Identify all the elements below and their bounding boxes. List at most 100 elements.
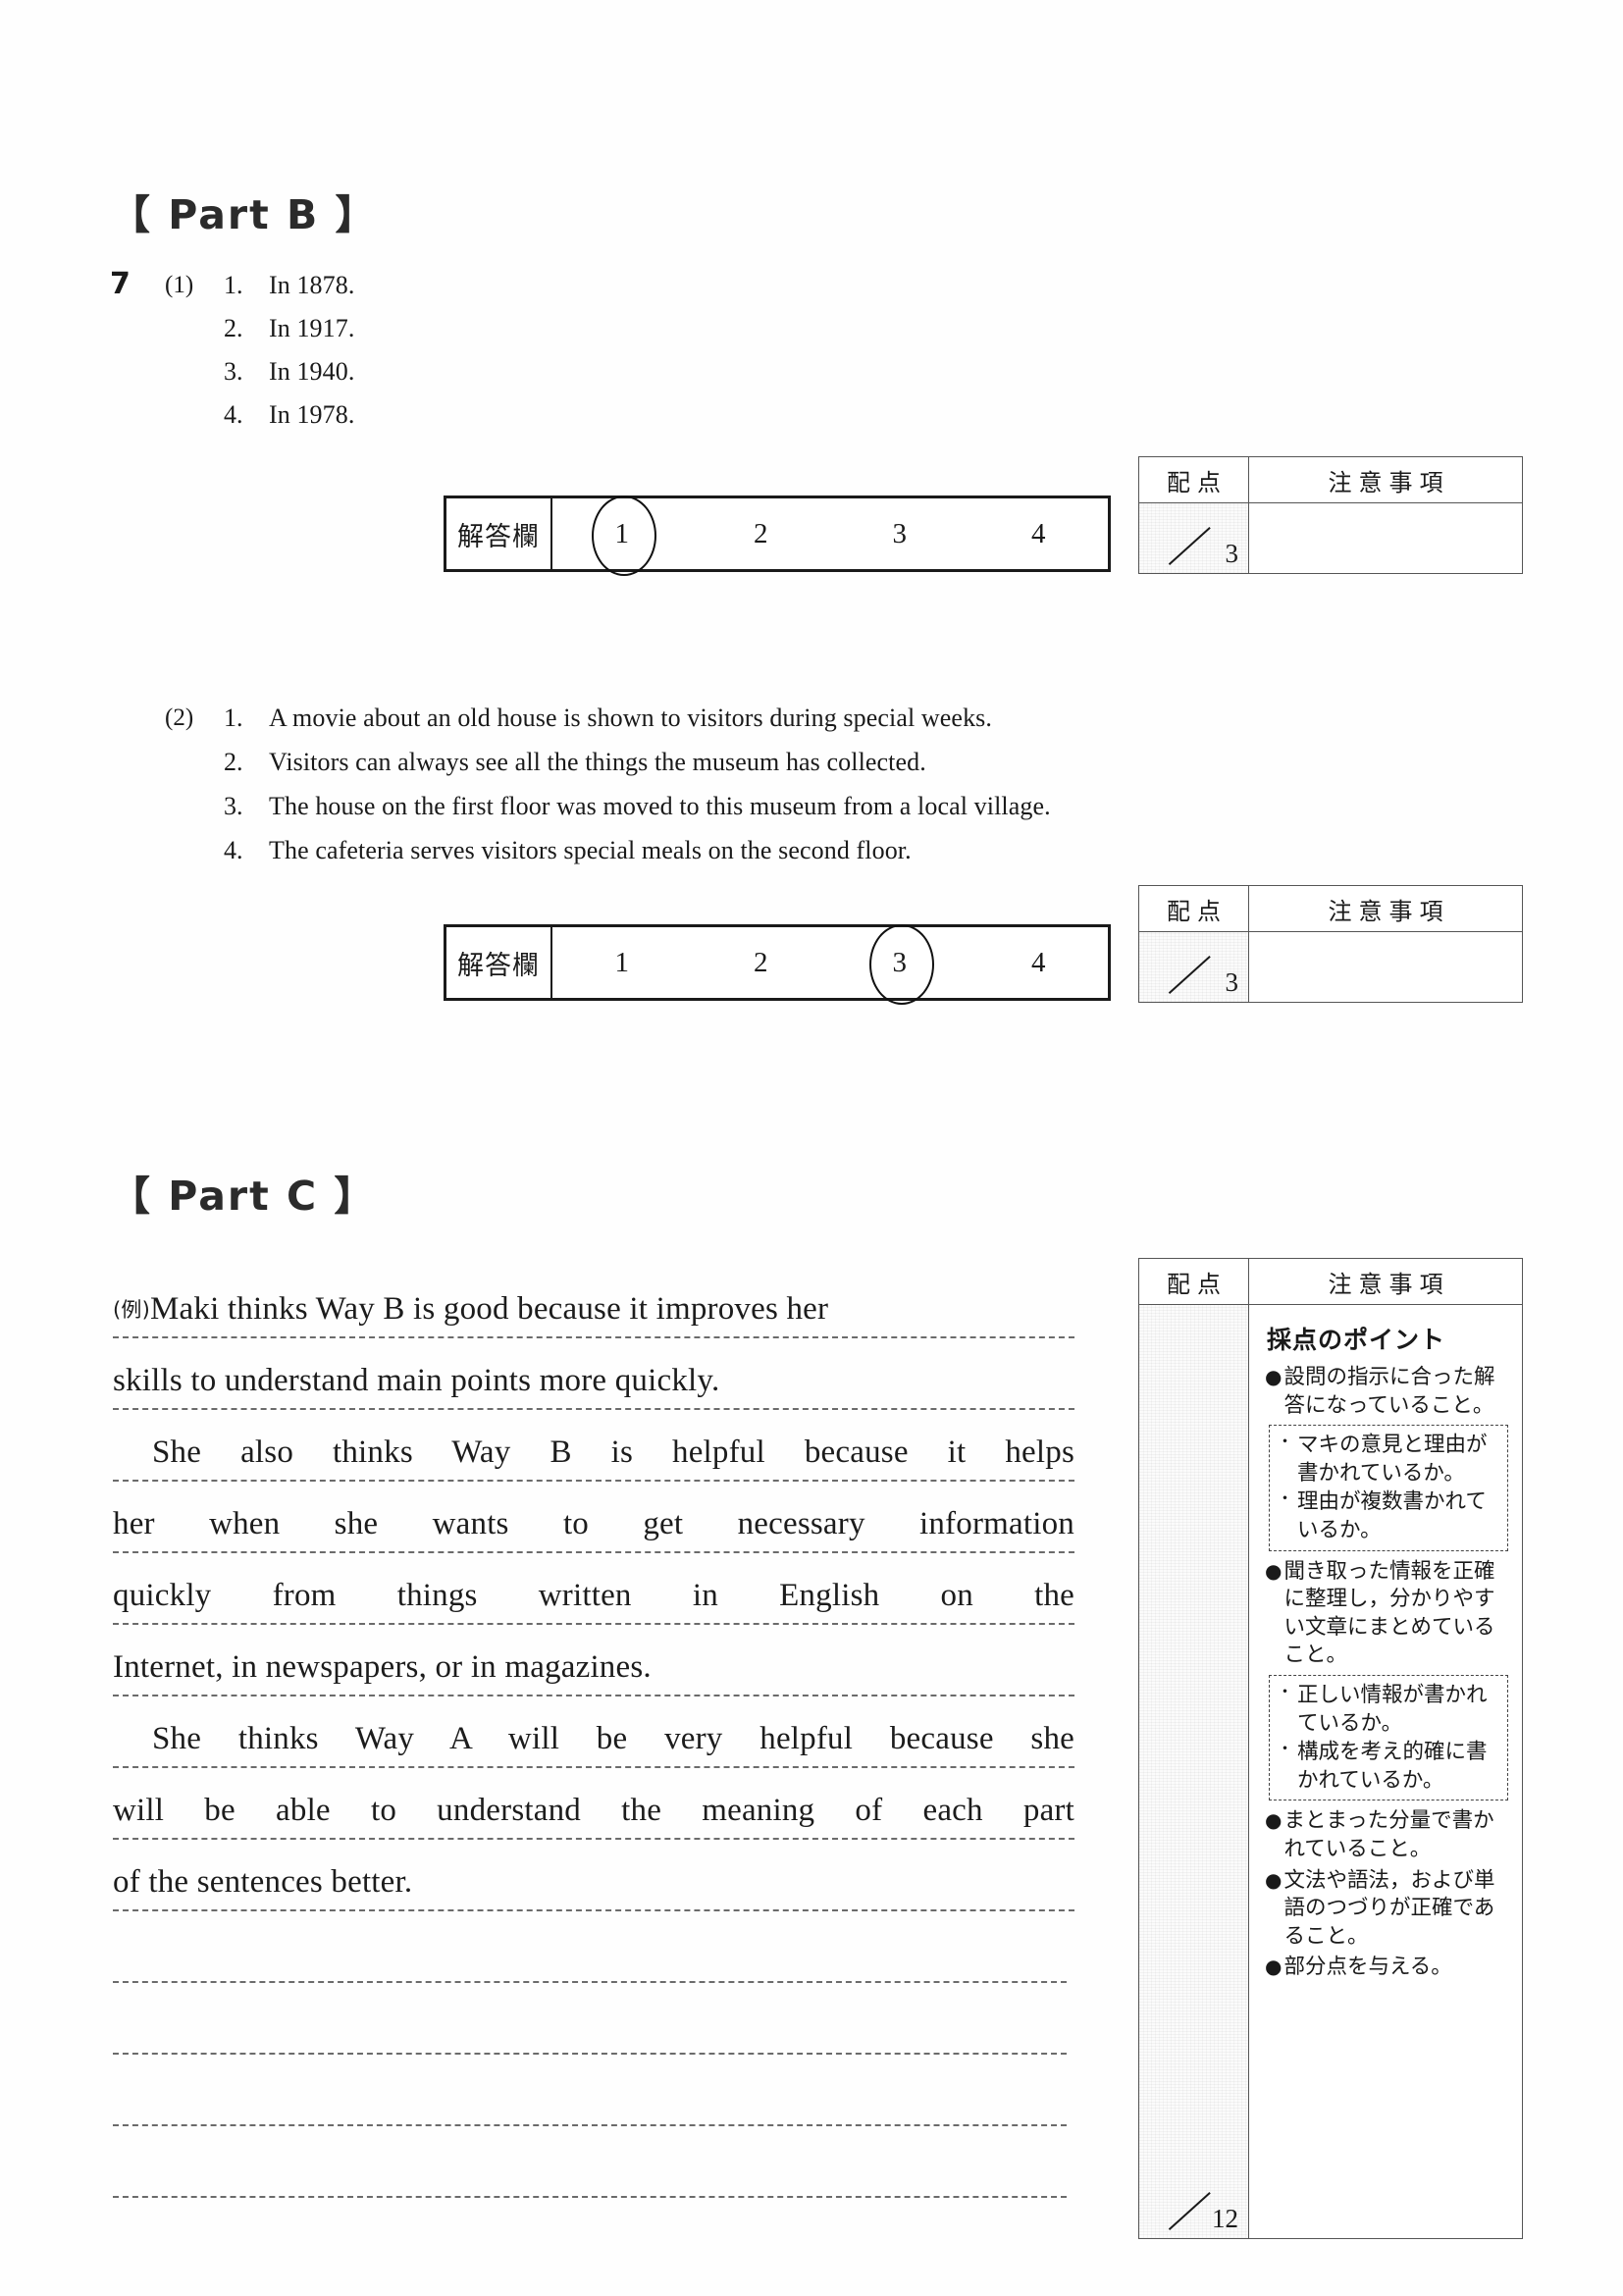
- max-points-value: 12: [1212, 2204, 1238, 2233]
- option-number: 4.: [224, 836, 243, 864]
- answer-choice-2[interactable]: 2: [692, 517, 831, 549]
- answer-choice-4[interactable]: 4: [969, 946, 1109, 978]
- option-text: In 1940.: [269, 357, 355, 386]
- option-text: The cafeteria serves visitors special me…: [269, 836, 912, 864]
- score-box-body: 3: [1139, 932, 1522, 1002]
- part-b-heading: 【 Part B 】: [110, 191, 378, 238]
- option-row: 4. The cafeteria serves visitors special…: [224, 836, 912, 865]
- bullet-dot-icon: ・: [1277, 1489, 1293, 1510]
- answer-choice-label: 2: [754, 517, 768, 549]
- max-points-mark: 3: [1226, 969, 1239, 996]
- option-number: 4.: [224, 400, 243, 429]
- essay-line-text: Maki thinks Way B is good because it imp…: [150, 1291, 829, 1327]
- rubric-subgroup: ・ 正しい情報が書かれているか。 ・ 構成を考え的確に書かれているか。: [1269, 1674, 1508, 1801]
- answer-row-label: 解答欄: [446, 498, 552, 569]
- essay-line-8: will be able to understand the meaning o…: [113, 1793, 1074, 1828]
- answer-choice-3[interactable]: 3: [830, 517, 969, 549]
- rubric-item-text: 聞き取った情報を正確に整理し，分かりやすい文章にまとめていること。: [1283, 1558, 1495, 1668]
- rubric-item-text: 部分点を与える。: [1283, 1955, 1452, 1980]
- haiten-header: 配点: [1139, 886, 1249, 931]
- ruled-line: [113, 1981, 1067, 1983]
- answer-choice-label: 1: [614, 946, 630, 978]
- score-box-q1: 配点 注意事項 3: [1138, 456, 1523, 574]
- rubric-item-text: 文法や語法，および単語のつづりが正確であること。: [1283, 1867, 1495, 1949]
- bullet-dot-icon: ・: [1277, 1682, 1293, 1702]
- option-text: A movie about an old house is shown to v…: [269, 704, 992, 732]
- chui-header: 注意事項: [1328, 468, 1450, 496]
- option-row: 3. In 1940.: [224, 357, 354, 387]
- answer-choice-label: 3: [892, 517, 908, 549]
- answer-choice-3[interactable]: 3: [830, 924, 969, 1005]
- answer-choice-label: 4: [1031, 517, 1046, 549]
- max-points-value: 3: [1225, 967, 1239, 997]
- scoring-rubric: 採点のポイント ● 設問の指示に合った解答になっていること。 ・ マキの意見と理…: [1249, 1305, 1522, 2238]
- rubric-subgroup: ・ マキの意見と理由が書かれているか。 ・ 理由が複数書かれているか。: [1269, 1425, 1508, 1551]
- answer-choice-label: 2: [754, 946, 768, 978]
- filled-circle-icon: ●: [1265, 1955, 1283, 1979]
- ruled-line: [113, 1336, 1074, 1338]
- essay-writing-area[interactable]: (例)Maki thinks Way B is good because it …: [113, 1266, 1074, 2247]
- ruled-line: [113, 1909, 1074, 1911]
- answer-choice-1[interactable]: 1: [552, 946, 692, 978]
- rubric-title: 採点のポイント: [1267, 1326, 1446, 1354]
- haiten-score-cell[interactable]: 12: [1139, 1305, 1249, 2238]
- option-text: In 1917.: [269, 314, 355, 342]
- score-box-part-c: 配点 注意事項 12 採点のポイント ● 設問の指示に合った解答になっていること…: [1138, 1258, 1523, 2239]
- ruled-line: [113, 2124, 1067, 2126]
- subquestion-label-1: (1): [165, 272, 194, 298]
- chui-notes-cell: [1249, 503, 1522, 573]
- max-points-mark: 12: [1212, 2206, 1238, 2232]
- essay-line-4: her when she wants to get necessary info…: [113, 1506, 1074, 1541]
- rubric-subitem-text: 正しい情報が書かれているか。: [1297, 1682, 1488, 1736]
- essay-line-9: of the sentences better.: [113, 1864, 413, 1900]
- score-box-header: 配点 注意事項: [1139, 457, 1522, 503]
- answer-choice-2[interactable]: 2: [692, 946, 831, 978]
- question-number-7: 7: [110, 267, 131, 301]
- filled-circle-icon: ●: [1265, 1558, 1283, 1583]
- score-box-body: 12 採点のポイント ● 設問の指示に合った解答になっていること。 ・ マキの意…: [1139, 1305, 1522, 2238]
- option-number: 1.: [224, 704, 243, 732]
- part-c-heading: 【 Part C 】: [110, 1173, 377, 1220]
- rubric-subitem-text: マキの意見と理由が書かれているか。: [1297, 1433, 1488, 1486]
- score-box-header: 配点 注意事項: [1139, 1259, 1522, 1305]
- answer-choices: 1 2 3 4: [552, 496, 1109, 576]
- filled-circle-icon: ●: [1265, 1867, 1283, 1892]
- ruled-line: [113, 1480, 1074, 1482]
- option-row: 2. In 1917.: [224, 314, 354, 343]
- option-row: 1. A movie about an old house is shown t…: [224, 704, 992, 733]
- haiten-score-cell[interactable]: 3: [1139, 932, 1249, 1002]
- chui-notes-cell: [1249, 932, 1522, 1002]
- answer-row-table-q1[interactable]: 解答欄 1 2 3 4: [444, 496, 1111, 576]
- ruled-line: [113, 1695, 1074, 1696]
- option-row: 1. In 1878.: [224, 271, 354, 300]
- ruled-line: [113, 1623, 1074, 1625]
- answer-choice-4[interactable]: 4: [969, 517, 1109, 549]
- rubric-subitem-text: 構成を考え的確に書かれているか。: [1297, 1740, 1488, 1793]
- essay-line-5: quickly from things written in English o…: [113, 1578, 1074, 1613]
- ruled-line: [113, 2196, 1067, 2198]
- haiten-header: 配点: [1139, 457, 1249, 502]
- answer-choices: 1 2 3 4: [552, 924, 1109, 1005]
- answer-row-table-q2[interactable]: 解答欄 1 2 3 4: [444, 924, 1111, 1005]
- bullet-dot-icon: ・: [1277, 1740, 1293, 1760]
- rubric-item: ● まとまった分量で書かれていること。: [1265, 1807, 1508, 1863]
- answer-choice-label: 4: [1031, 946, 1046, 978]
- option-number: 3.: [224, 792, 243, 820]
- option-text: In 1978.: [269, 400, 355, 429]
- chui-header: 注意事項: [1328, 897, 1450, 925]
- option-number: 2.: [224, 314, 243, 342]
- option-row: 3. The house on the first floor was move…: [224, 792, 1051, 821]
- rubric-item: ● 文法や語法，および単語のつづりが正確であること。: [1265, 1867, 1508, 1952]
- option-number: 3.: [224, 357, 243, 386]
- ruled-line: [113, 1408, 1074, 1410]
- option-number: 2.: [224, 748, 243, 776]
- ruled-line: [113, 1766, 1074, 1768]
- score-box-body: 3: [1139, 503, 1522, 573]
- score-box-q2: 配点 注意事項 3: [1138, 885, 1523, 1003]
- haiten-score-cell[interactable]: 3: [1139, 503, 1249, 573]
- ruled-line: [113, 2053, 1067, 2055]
- answer-choice-1[interactable]: 1: [552, 496, 692, 576]
- rubric-subitem: ・ マキの意見と理由が書かれているか。: [1277, 1432, 1501, 1487]
- essay-line-7: She thinks Way A will be very helpful be…: [152, 1721, 1074, 1756]
- rubric-subitem: ・ 理由が複数書かれているか。: [1277, 1488, 1501, 1544]
